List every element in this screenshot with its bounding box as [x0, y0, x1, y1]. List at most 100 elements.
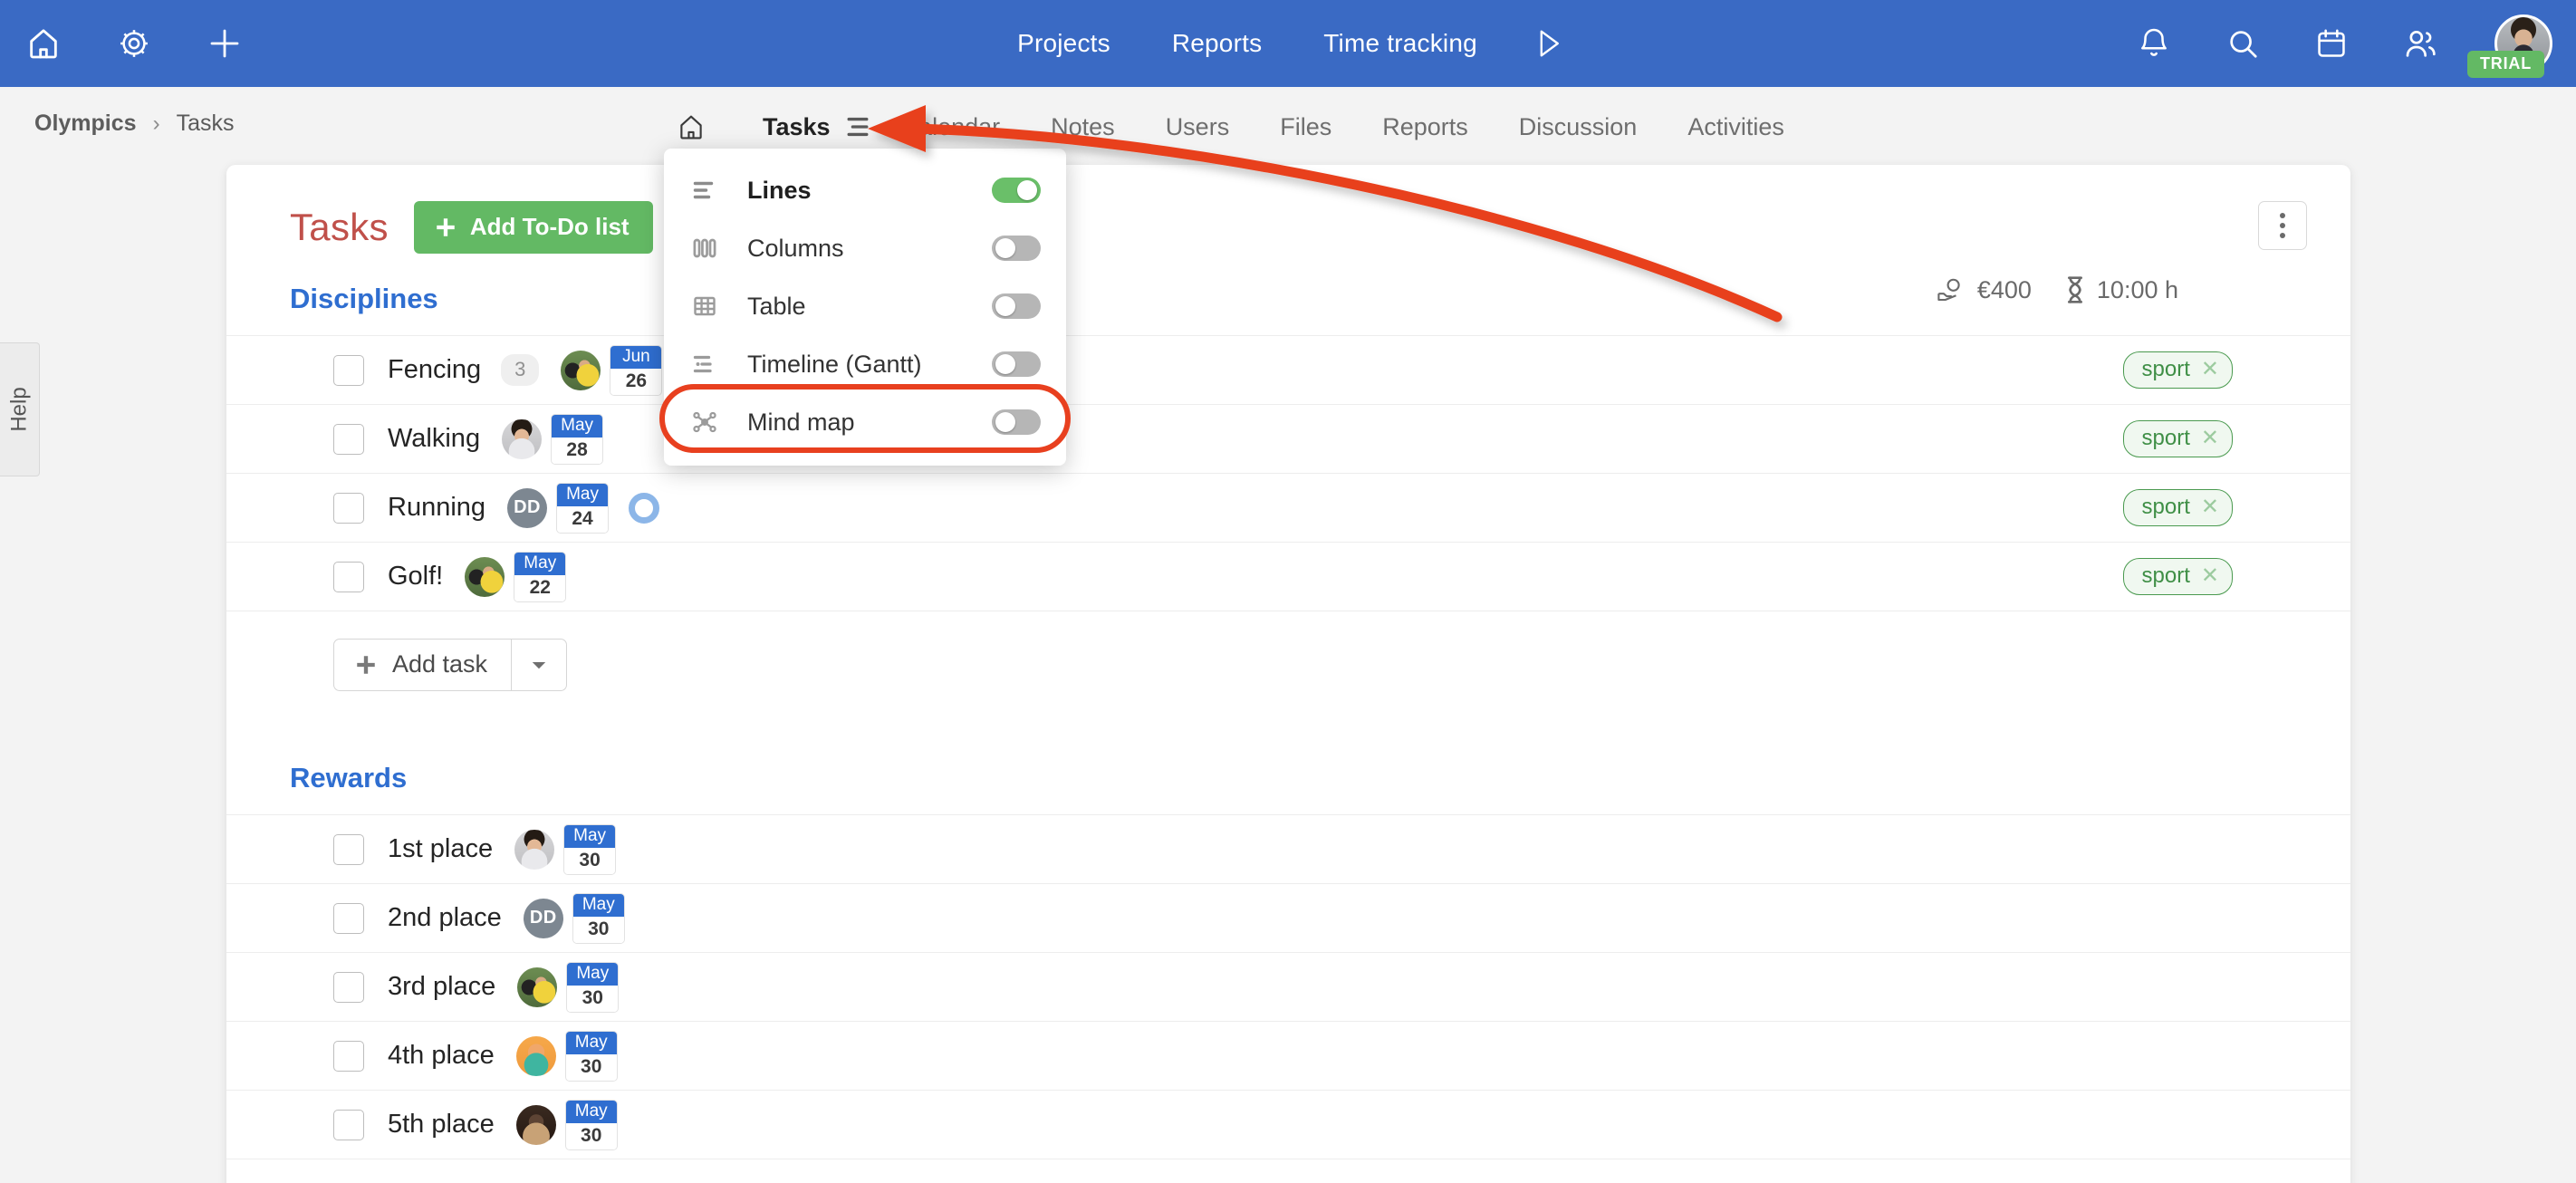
home-icon[interactable]: [22, 22, 65, 65]
due-date-badge[interactable]: May 30: [566, 961, 620, 1013]
due-date-badge[interactable]: May 24: [556, 482, 610, 534]
add-todo-list-button[interactable]: Add To-Do list: [413, 201, 653, 254]
trial-badge: TRIAL: [2467, 51, 2544, 78]
due-date-month: May: [552, 414, 603, 438]
menu-item-lines[interactable]: Lines: [664, 161, 1066, 219]
more-options-button[interactable]: [2258, 201, 2307, 250]
toggle-timeline-gantt[interactable]: [992, 351, 1041, 377]
assignee-avatar[interactable]: [514, 829, 555, 870]
due-date-day: 30: [565, 1122, 617, 1149]
tab-tasks[interactable]: Tasks: [737, 113, 840, 141]
due-date-badge[interactable]: May 30: [563, 823, 617, 875]
notification-bell-icon[interactable]: [2132, 22, 2176, 65]
task-tag[interactable]: sport ✕: [2122, 420, 2233, 457]
search-icon[interactable]: [2221, 22, 2264, 65]
add-task-button[interactable]: Add task: [334, 640, 511, 690]
task-checkbox[interactable]: [333, 354, 364, 386]
tab-reports[interactable]: Reports: [1357, 113, 1494, 141]
remove-tag-icon[interactable]: ✕: [2201, 565, 2219, 587]
assignee-avatar[interactable]: DD: [523, 898, 563, 938]
task-tag-label: sport: [2141, 563, 2190, 588]
remove-tag-icon[interactable]: ✕: [2201, 359, 2219, 380]
add-task-split-button[interactable]: Add task: [333, 639, 568, 691]
table-row[interactable]: Running DD May 24 sport ✕: [226, 474, 2350, 543]
assignee-avatar[interactable]: [515, 1035, 556, 1076]
add-task-area: Add task: [226, 611, 2350, 691]
menu-item-columns[interactable]: Columns: [664, 219, 1066, 277]
due-date-badge[interactable]: May 30: [564, 1099, 618, 1150]
task-checkbox[interactable]: [333, 561, 364, 592]
table-row[interactable]: 4th place May 30: [226, 1022, 2350, 1091]
avatar[interactable]: TRIAL: [2467, 14, 2552, 78]
table-row[interactable]: 1st place May 30: [226, 815, 2350, 884]
remove-tag-icon[interactable]: ✕: [2201, 428, 2219, 449]
play-timer-icon[interactable]: [1508, 27, 1590, 60]
due-date-badge[interactable]: Jun 26: [610, 344, 663, 396]
nav-reports[interactable]: Reports: [1141, 29, 1293, 58]
table-row[interactable]: 5th place May 30: [226, 1091, 2350, 1159]
task-checkbox[interactable]: [333, 1040, 364, 1072]
toggle-lines[interactable]: [992, 178, 1041, 203]
menu-item-table[interactable]: Table: [664, 277, 1066, 335]
tab-notes[interactable]: Notes: [1025, 113, 1140, 141]
remove-tag-icon[interactable]: ✕: [2201, 496, 2219, 518]
menu-item-mind-map[interactable]: Mind map: [664, 393, 1066, 451]
task-group: Rewards 1st place May 30 2nd place DD Ma…: [226, 738, 2350, 1159]
task-tag[interactable]: sport ✕: [2122, 351, 2233, 389]
tab-files[interactable]: Files: [1254, 113, 1357, 141]
task-checkbox[interactable]: [333, 971, 364, 1003]
gantt-view-icon: [691, 351, 727, 378]
task-checkbox[interactable]: [333, 492, 364, 524]
task-tag[interactable]: sport ✕: [2122, 489, 2233, 526]
settings-gear-icon[interactable]: [112, 22, 156, 65]
project-home-icon[interactable]: [670, 111, 712, 142]
task-name: Fencing: [388, 355, 482, 384]
help-tab[interactable]: Help: [0, 342, 40, 476]
task-tag[interactable]: sport ✕: [2122, 558, 2233, 595]
nav-projects[interactable]: Projects: [986, 29, 1141, 58]
table-row[interactable]: Fencing 3 Jun 26 sport ✕: [226, 336, 2350, 405]
toggle-table[interactable]: [992, 293, 1041, 319]
table-row[interactable]: 3rd place May 30: [226, 953, 2350, 1022]
toggle-columns[interactable]: [992, 236, 1041, 261]
table-row[interactable]: 2nd place DD May 30: [226, 884, 2350, 953]
assignee-avatar[interactable]: [502, 418, 543, 459]
view-switch-lines-icon[interactable]: [840, 114, 876, 139]
add-task-dropdown-caret-icon[interactable]: [511, 640, 566, 690]
global-header: Projects Reports Time tracking TRIAL: [0, 0, 2576, 87]
assignee-avatar[interactable]: [561, 350, 601, 390]
assignee-avatar[interactable]: [517, 967, 558, 1007]
tab-discussion[interactable]: Discussion: [1494, 113, 1663, 141]
task-name: Running: [388, 493, 486, 522]
tab-activities[interactable]: Activities: [1662, 113, 1810, 141]
task-rows: 1st place May 30 2nd place DD May 30 3rd…: [226, 814, 2350, 1159]
toggle-mind-map[interactable]: [992, 409, 1041, 435]
assignee-avatar[interactable]: [515, 1104, 556, 1145]
table-row[interactable]: Golf! May 22 sport ✕: [226, 543, 2350, 611]
contacts-people-icon[interactable]: [2398, 22, 2442, 65]
group-title-rewards[interactable]: Rewards: [226, 738, 2350, 814]
task-checkbox[interactable]: [333, 423, 364, 455]
task-checkbox[interactable]: [333, 833, 364, 865]
tab-users[interactable]: Users: [1140, 113, 1255, 141]
plus-add-icon[interactable]: [203, 22, 246, 65]
menu-item-timeline-gantt[interactable]: Timeline (Gantt): [664, 335, 1066, 393]
calendar-icon[interactable]: [2310, 22, 2353, 65]
due-date-badge[interactable]: May 22: [514, 551, 567, 602]
header-nav: Projects Reports Time tracking: [986, 27, 1590, 60]
task-checkbox[interactable]: [333, 1109, 364, 1140]
due-date-badge[interactable]: May 30: [564, 1030, 618, 1082]
assignee-avatar[interactable]: DD: [507, 487, 548, 528]
nav-time-tracking[interactable]: Time tracking: [1293, 29, 1508, 58]
mindmap-view-icon: [691, 409, 727, 436]
app-root: Projects Reports Time tracking TRIAL Oly…: [0, 0, 2576, 1183]
task-checkbox[interactable]: [333, 902, 364, 934]
due-date-badge[interactable]: May 30: [572, 892, 625, 944]
help-tab-label: Help: [6, 387, 32, 432]
due-date-badge[interactable]: May 28: [551, 413, 604, 465]
table-row[interactable]: Walking May 28 sport ✕: [226, 405, 2350, 474]
tab-calendar[interactable]: Calendar: [876, 113, 1026, 141]
status-ring-icon[interactable]: [629, 492, 660, 524]
assignee-avatar[interactable]: [465, 556, 505, 597]
due-date-month: May: [565, 1100, 617, 1123]
